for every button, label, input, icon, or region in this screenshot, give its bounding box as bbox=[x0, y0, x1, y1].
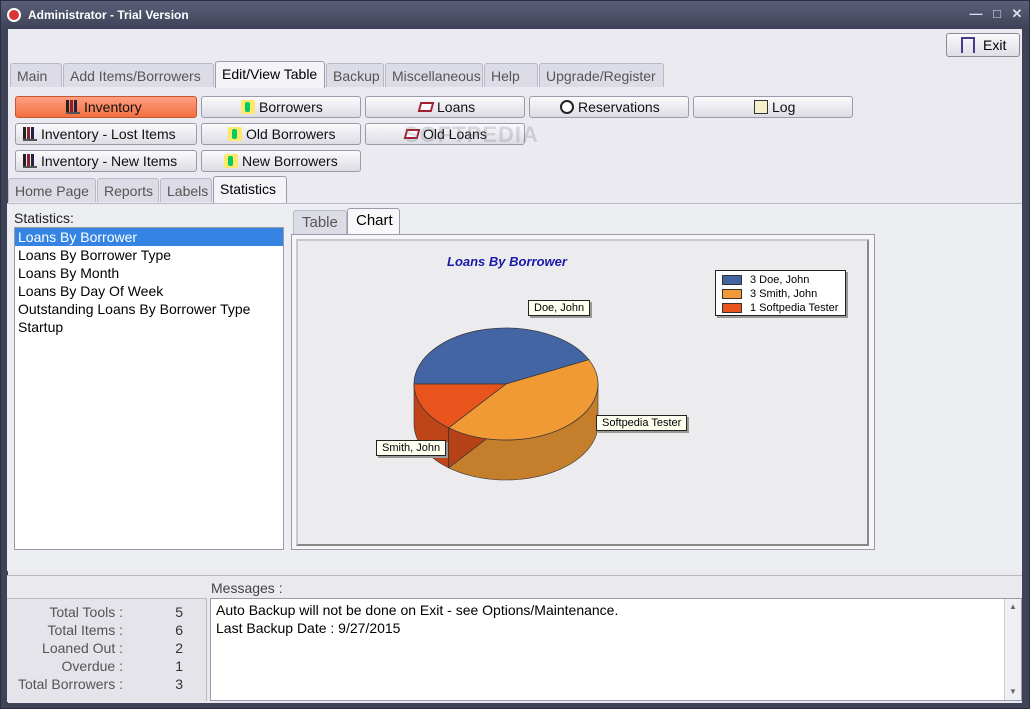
loans-icon bbox=[417, 102, 435, 112]
total-label: Total Tools : bbox=[49, 604, 123, 620]
statistics-list[interactable]: Loans By Borrower Loans By Borrower Type… bbox=[14, 227, 284, 550]
exit-label: Exit bbox=[983, 37, 1007, 53]
tab-add-items-borrowers[interactable]: Add Items/Borrowers bbox=[63, 63, 214, 87]
statistics-label: Statistics: bbox=[14, 210, 74, 226]
tab-home-page[interactable]: Home Page bbox=[8, 178, 96, 202]
tab-reports[interactable]: Reports bbox=[97, 178, 159, 202]
total-value: 5 bbox=[175, 604, 183, 620]
inventory-lost-items-label: Inventory - Lost Items bbox=[41, 126, 176, 142]
slice-label-softpedia: Softpedia Tester bbox=[596, 415, 688, 431]
chart-title: Loans By Borrower bbox=[447, 254, 567, 269]
borrowers-button[interactable]: Borrowers bbox=[201, 96, 361, 118]
total-row: Total Borrowers : 3 bbox=[7, 676, 207, 694]
tab-main[interactable]: Main bbox=[10, 63, 62, 87]
messages-label: Messages : bbox=[211, 580, 283, 596]
tab-statistics[interactable]: Statistics bbox=[213, 176, 287, 203]
statistics-item-loans-by-day-of-week[interactable]: Loans By Day Of Week bbox=[15, 282, 283, 300]
old-borrowers-label: Old Borrowers bbox=[246, 126, 336, 142]
close-icon[interactable]: ✕ bbox=[1008, 5, 1026, 23]
maximize-icon[interactable]: □ bbox=[988, 5, 1006, 23]
inventory-new-items-button[interactable]: Inventory - New Items bbox=[15, 150, 197, 172]
log-button-label: Log bbox=[772, 99, 796, 115]
tab-chart[interactable]: Chart bbox=[347, 208, 400, 236]
slice-label-smith: Smith, John bbox=[376, 440, 447, 456]
total-value: 1 bbox=[175, 658, 183, 674]
frame-bottom bbox=[1, 703, 1029, 708]
total-label: Overdue : bbox=[61, 658, 123, 674]
total-row: Total Tools : 5 bbox=[7, 604, 207, 622]
scroll-down-icon[interactable]: ▼ bbox=[1005, 684, 1021, 700]
exit-door-icon bbox=[961, 37, 975, 53]
legend-swatch bbox=[722, 275, 742, 285]
total-label: Total Items : bbox=[47, 622, 123, 638]
inventory-new-items-label: Inventory - New Items bbox=[41, 153, 178, 169]
tab-upgrade-register[interactable]: Upgrade/Register bbox=[539, 63, 664, 87]
books-icon bbox=[23, 154, 37, 168]
legend-label: 1 Softpedia Tester bbox=[750, 302, 839, 314]
statistics-item-outstanding-loans[interactable]: Outstanding Loans By Borrower Type bbox=[15, 300, 283, 318]
loans-button-label: Loans bbox=[437, 99, 476, 115]
person-icon bbox=[241, 100, 255, 114]
books-icon bbox=[66, 100, 80, 114]
new-borrowers-label: New Borrowers bbox=[242, 153, 338, 169]
inventory-button-label: Inventory bbox=[84, 99, 142, 115]
watermark: SOFTPEDIA bbox=[404, 122, 539, 147]
log-icon bbox=[754, 100, 768, 114]
statistics-item-loans-by-borrower[interactable]: Loans By Borrower bbox=[15, 228, 283, 246]
statistics-item-loans-by-borrower-type[interactable]: Loans By Borrower Type bbox=[15, 246, 283, 264]
minimize-icon[interactable]: — bbox=[967, 5, 985, 23]
reservations-button-label: Reservations bbox=[578, 99, 660, 115]
inventory-lost-items-button[interactable]: Inventory - Lost Items bbox=[15, 123, 197, 145]
total-label: Loaned Out : bbox=[42, 640, 123, 656]
inventory-button[interactable]: Inventory bbox=[15, 96, 197, 118]
reservations-button[interactable]: Reservations bbox=[529, 96, 689, 118]
person-icon bbox=[228, 127, 242, 141]
borrowers-button-label: Borrowers bbox=[259, 99, 323, 115]
total-value: 3 bbox=[175, 676, 183, 692]
legend-label: 3 Smith, John bbox=[750, 288, 818, 300]
log-button[interactable]: Log bbox=[693, 96, 853, 118]
total-value: 2 bbox=[175, 640, 183, 656]
messages-scrollbar[interactable]: ▲ ▼ bbox=[1004, 599, 1021, 700]
tab-edit-view-table[interactable]: Edit/View Table bbox=[215, 61, 325, 88]
total-row: Overdue : 1 bbox=[7, 658, 207, 676]
tab-help[interactable]: Help bbox=[484, 63, 538, 87]
scroll-up-icon[interactable]: ▲ bbox=[1005, 599, 1021, 615]
frame-right bbox=[1022, 29, 1029, 708]
total-label: Total Borrowers : bbox=[17, 676, 123, 692]
app-logo-icon bbox=[7, 8, 21, 22]
title-bar[interactable]: Administrator - Trial Version — □ ✕ bbox=[1, 1, 1029, 29]
legend-swatch bbox=[722, 289, 742, 299]
slice-label-doe: Doe, John bbox=[528, 300, 591, 316]
person-icon bbox=[224, 154, 238, 168]
statistics-item-loans-by-month[interactable]: Loans By Month bbox=[15, 264, 283, 282]
legend-label: 3 Doe, John bbox=[750, 274, 810, 286]
total-row: Loaned Out : 2 bbox=[7, 640, 207, 658]
messages-box[interactable]: Auto Backup will not be done on Exit - s… bbox=[210, 598, 1022, 701]
message-line: Auto Backup will not be done on Exit - s… bbox=[216, 602, 619, 618]
legend-swatch bbox=[722, 303, 742, 313]
message-line: Last Backup Date : 9/27/2015 bbox=[216, 620, 401, 636]
tab-backup[interactable]: Backup bbox=[326, 63, 384, 87]
clock-icon bbox=[560, 100, 574, 114]
total-row: Total Items : 6 bbox=[7, 622, 207, 640]
new-borrowers-button[interactable]: New Borrowers bbox=[201, 150, 361, 172]
old-borrowers-button[interactable]: Old Borrowers bbox=[201, 123, 361, 145]
window-title: Administrator - Trial Version bbox=[28, 8, 189, 22]
books-icon bbox=[23, 127, 37, 141]
tab-miscellaneous[interactable]: Miscellaneous bbox=[385, 63, 483, 87]
loans-button[interactable]: Loans bbox=[365, 96, 525, 118]
total-value: 6 bbox=[175, 622, 183, 638]
tab-table[interactable]: Table bbox=[293, 210, 347, 235]
totals-panel: Total Tools : 5 Total Items : 6 Loaned O… bbox=[7, 598, 207, 701]
tab-labels[interactable]: Labels bbox=[160, 178, 212, 202]
statistics-item-startup[interactable]: Startup bbox=[15, 318, 283, 336]
chart-legend: 3 Doe, John 3 Smith, John 1 Softpedia Te… bbox=[715, 270, 846, 316]
exit-button[interactable]: Exit bbox=[946, 33, 1020, 57]
